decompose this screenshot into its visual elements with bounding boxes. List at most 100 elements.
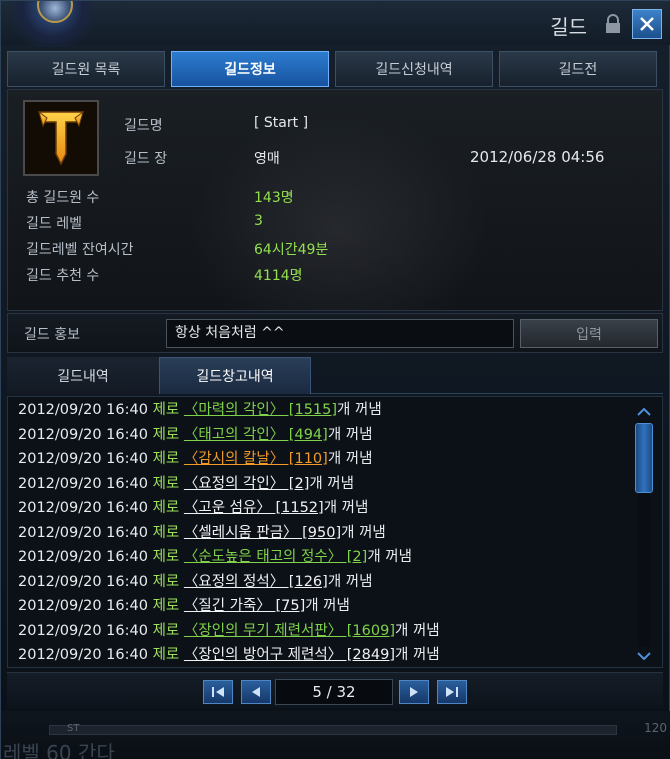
log-date: 2012/09/20 16:40: [18, 500, 148, 516]
scroll-up-button[interactable]: [634, 405, 654, 419]
guild-name-label: 길드명: [124, 118, 163, 134]
log-item-link[interactable]: 〈장인의 무기 제련서판〉 [1609]: [184, 623, 395, 639]
log-suffix: 개 꺼냄: [327, 426, 373, 443]
window-emblem-icon: [1, 1, 93, 47]
log-row: 2012/09/20 16:40 제로 〈장인의 방어구 제련석〉 [2849]…: [18, 644, 440, 666]
log-date: 2012/09/20 16:40: [18, 426, 148, 443]
lock-button[interactable]: [599, 11, 627, 37]
title-bar[interactable]: 길드: [1, 1, 670, 47]
background-bar-label: ST: [67, 723, 80, 734]
log-item-link[interactable]: 〈태고의 각인〉 [494]: [184, 427, 328, 443]
log-scrollbar[interactable]: [634, 405, 654, 663]
log-suffix: 개 꺼냄: [395, 647, 440, 663]
log-actor: 제로: [152, 426, 180, 443]
guild-master-value: 영매: [254, 151, 280, 167]
log-actor: 제로: [152, 451, 180, 467]
log-item-link[interactable]: 〈요정의 정석〉 [126]: [184, 574, 328, 590]
log-date: 2012/09/20 16:40: [18, 402, 148, 418]
log-item-link[interactable]: 〈질긴 가죽〉 [75]: [184, 598, 305, 614]
guild-name-value: [ Start ]: [254, 115, 309, 131]
log-date: 2012/09/20 16:40: [18, 622, 148, 639]
page-indicator: 5 / 32: [275, 679, 393, 705]
guild-window: 길드 길드원 목록 길드정보 길드신청내역 길드전 길드명 [Start] …: [0, 0, 670, 759]
close-button[interactable]: [632, 9, 662, 39]
log-suffix: 개 꺼냄: [341, 524, 386, 541]
chevron-up-icon: [637, 408, 651, 416]
log-suffix: 개 꺼냄: [309, 475, 354, 492]
log-date: 2012/09/20 16:40: [18, 549, 148, 565]
background-bar: [49, 725, 617, 735]
log-item-link[interactable]: 〈고운 섬유〉 [1152]: [184, 500, 324, 516]
first-page-icon: [212, 687, 224, 697]
close-icon: [640, 17, 654, 31]
pager: 5 / 32: [7, 672, 663, 708]
tab-member-list[interactable]: 길드원 목록: [7, 51, 165, 87]
log-date: 2012/09/20 16:40: [18, 598, 148, 614]
tab-guild-history[interactable]: 길드내역: [7, 357, 159, 394]
log-actor: 제로: [152, 402, 180, 418]
promo-input[interactable]: 항상 처음처럼 ^^: [166, 319, 514, 348]
log-item-link[interactable]: 〈셀레시움 판금〉 [950]: [184, 525, 341, 541]
log-date: 2012/09/20 16:40: [18, 647, 148, 663]
log-item-link[interactable]: 〈감시의 칼날〉 [110]: [184, 451, 328, 467]
time-left-value: 64시간49분: [254, 242, 329, 258]
level-label: 길드 레벨: [26, 216, 82, 232]
guild-promo-row: 길드 홍보 항상 처음처럼 ^^ 입력: [7, 313, 663, 353]
log-row: 2012/09/20 16:40 제로 〈고운 섬유〉 [1152]개 꺼냄: [18, 497, 368, 519]
next-page-button[interactable]: [399, 680, 429, 704]
log-date: 2012/09/20 16:40: [18, 573, 148, 590]
created-date: 2012/06/28 04:56: [470, 148, 605, 166]
prev-page-button[interactable]: [241, 680, 271, 704]
log-row: 2012/09/20 16:40 제로 〈셀레시움 판금〉 [950]개 꺼냄: [18, 522, 386, 544]
main-tabs: 길드원 목록 길드정보 길드신청내역 길드전: [7, 51, 663, 87]
guild-info-panel: 길드명 [ Start ] 길드 장 영매 2012/06/28 04:56 총…: [7, 89, 663, 311]
sub-tabs: 길드내역 길드창고내역: [7, 357, 663, 394]
window-title: 길드: [550, 15, 587, 39]
tab-warehouse-history[interactable]: 길드창고내역: [159, 357, 311, 394]
tab-applications[interactable]: 길드신청내역: [335, 51, 493, 87]
recommend-value: 4114명: [254, 268, 303, 284]
warehouse-log: 2012/09/20 16:40 제로 〈마력의 각인〉 [1515]개 꺼냄 2…: [7, 396, 663, 668]
log-suffix: 개 꺼냄: [305, 598, 350, 614]
log-actor: 제로: [152, 475, 180, 492]
log-item-link[interactable]: 〈마력의 각인〉 [1515]: [184, 402, 337, 418]
log-suffix: 개 꺼냄: [323, 500, 369, 516]
scroll-down-button[interactable]: [634, 649, 654, 663]
log-item-link[interactable]: 〈순도높은 태고의 정수〉 [2]: [184, 549, 367, 565]
scroll-thumb[interactable]: [635, 423, 653, 493]
guild-cross-emblem-icon: [37, 110, 85, 166]
members-value: 143명: [254, 190, 294, 206]
log-row: 2012/09/20 16:40 제로 〈요정의 각인〉 [2]개 꺼냄: [18, 473, 354, 495]
log-actor: 제로: [152, 573, 180, 590]
last-page-button[interactable]: [437, 680, 467, 704]
recommend-label: 길드 추천 수: [26, 268, 100, 284]
guild-emblem: [23, 100, 99, 176]
log-row: 2012/09/20 16:40 제로 〈순도높은 태고의 정수〉 [2]개 꺼…: [18, 546, 412, 568]
promo-label: 길드 홍보: [24, 327, 80, 343]
log-suffix: 개 꺼냄: [337, 402, 382, 418]
log-row: 2012/09/20 16:40 제로 〈요정의 정석〉 [126]개 꺼냄: [18, 571, 372, 593]
log-row: 2012/09/20 16:40 제로 〈감시의 칼날〉 [110]개 꺼냄: [18, 448, 372, 470]
background-number: 120: [644, 721, 667, 735]
log-item-link[interactable]: 〈요정의 각인〉 [2]: [184, 476, 309, 492]
background-faded-text: 레벨 60 간다: [3, 741, 115, 759]
first-page-button[interactable]: [203, 680, 233, 704]
tab-guild-war[interactable]: 길드전: [499, 51, 657, 87]
level-value: 3: [254, 213, 263, 229]
log-actor: 제로: [152, 598, 180, 614]
next-page-icon: [410, 687, 418, 697]
last-page-icon: [446, 687, 458, 697]
chevron-down-icon: [637, 652, 651, 660]
tab-guild-info[interactable]: 길드정보: [171, 51, 329, 87]
log-suffix: 개 꺼냄: [327, 573, 373, 590]
time-left-label: 길드레벨 잔여시간: [26, 242, 134, 258]
prev-page-icon: [252, 687, 260, 697]
log-item-link[interactable]: 〈장인의 방어구 제련석〉 [2849]: [184, 647, 395, 663]
log-date: 2012/09/20 16:40: [18, 451, 148, 467]
log-suffix: 개 꺼냄: [327, 451, 373, 467]
promo-enter-button[interactable]: 입력: [520, 319, 658, 348]
members-label: 총 길드원 수: [26, 190, 100, 206]
log-row: 2012/09/20 16:40 제로 〈장인의 무기 제련서판〉 [1609]…: [18, 620, 440, 642]
log-actor: 제로: [152, 622, 180, 639]
lock-icon: [606, 14, 620, 33]
